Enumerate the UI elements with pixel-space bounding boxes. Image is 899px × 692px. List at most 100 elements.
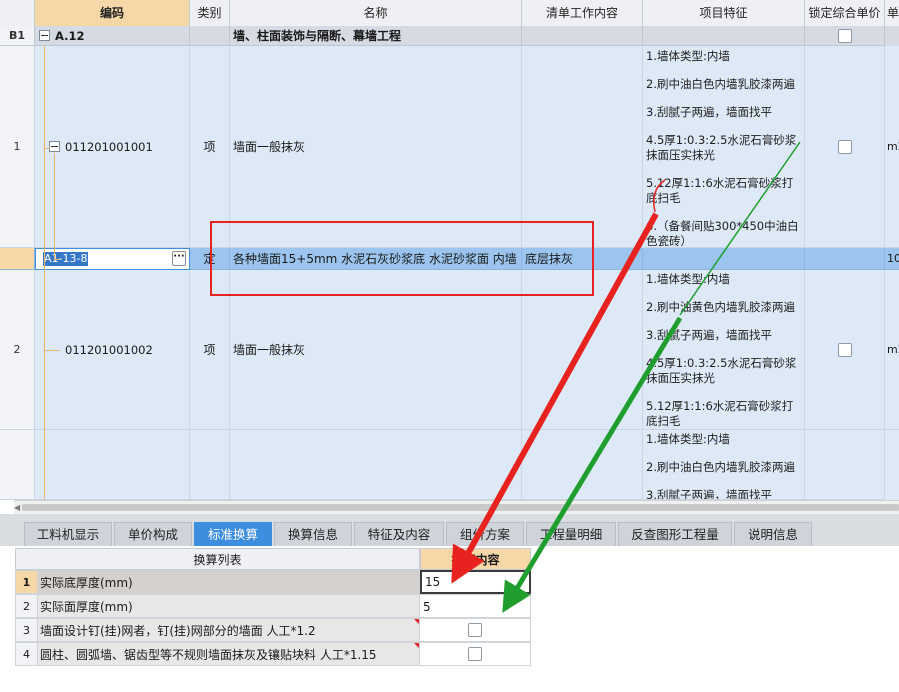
header-type[interactable]: 类别 xyxy=(190,0,230,26)
feature-line: 4.5厚1:0.3:2.5水泥石膏砂浆抹面压实抹光 xyxy=(646,356,797,385)
item-features[interactable]: 1.墙体类型:内墙 2.刷中油白色内墙乳胶漆两遍 3.刮腻子两遍，墙面找平 xyxy=(643,430,805,500)
row-number: 4 xyxy=(15,642,38,666)
scroll-left-icon[interactable]: ◀ xyxy=(14,503,20,512)
header-name[interactable]: 名称 xyxy=(230,0,522,26)
section-work-cell xyxy=(522,26,643,46)
item-work-content[interactable] xyxy=(522,46,643,248)
tab-description[interactable]: 说明信息 xyxy=(734,522,812,546)
tab-standard-conversion[interactable]: 标准换算 xyxy=(194,522,272,546)
item-type: 项 xyxy=(190,270,230,430)
tab-features-content[interactable]: 特征及内容 xyxy=(354,522,444,546)
grid-header: 编码 类别 名称 清单工作内容 项目特征 锁定综合单价 单 xyxy=(0,0,899,27)
conversion-check-cell xyxy=(420,642,531,666)
section-code: A.12 xyxy=(55,28,85,43)
item-name[interactable]: 墙面一般抹灰 xyxy=(230,46,522,248)
item-code-cell: 011201001001 xyxy=(35,46,190,248)
header-code[interactable]: 编码 xyxy=(35,0,190,26)
header-unit[interactable]: 单 xyxy=(885,0,899,26)
horizontal-scrollbar[interactable]: ◀ xyxy=(14,500,899,514)
header-lock-price[interactable]: 锁定综合单价 xyxy=(805,0,885,26)
row-number: 1 xyxy=(0,46,35,248)
item-type-cell xyxy=(190,430,230,500)
scrollbar-thumb[interactable] xyxy=(22,504,899,511)
feature-line: 2.刷中油白色内墙乳胶漆两遍 xyxy=(646,77,795,91)
quota-name[interactable]: 各种墙面15+5mm 水泥石灰砂浆底 水泥砂浆面 内墙 xyxy=(230,248,522,270)
row-number xyxy=(0,430,35,500)
bill-row-2[interactable]: 2 011201001002 项 墙面一般抹灰 1.墙体类型:内墙 2.刷中油黄… xyxy=(0,270,899,430)
quota-row-selected[interactable]: A1-13-8 ··· 定 各种墙面15+5mm 水泥石灰砂浆底 水泥砂浆面 内… xyxy=(0,248,899,270)
section-code-cell: A.12 xyxy=(35,26,190,46)
quota-lock-cell xyxy=(805,248,885,270)
item-lock-cell xyxy=(805,46,885,248)
feature-line: 3.刮腻子两遍，墙面找平 xyxy=(646,488,772,500)
tab-pricing-scheme[interactable]: 组价方案 xyxy=(446,522,524,546)
bill-row-1[interactable]: 1 011201001001 项 墙面一般抹灰 1.墙体类型:内墙 2.刷中油白… xyxy=(0,46,899,248)
tab-unit-price[interactable]: 单价构成 xyxy=(114,522,192,546)
quota-code-input[interactable]: A1-13-8 xyxy=(43,252,89,266)
row-number: 2 xyxy=(15,594,38,618)
feature-line: 2.刷中油黄色内墙乳胶漆两遍 xyxy=(646,300,795,314)
section-lock-cell xyxy=(805,26,885,46)
row-number: B1 xyxy=(0,26,35,46)
ellipsis-button[interactable]: ··· xyxy=(172,251,186,266)
conversion-row[interactable]: 3 墙面设计钉(挂)网者，钉(挂)网部分的墙面 人工*1.2 xyxy=(15,618,531,642)
feature-line: 4.5厚1:0.3:2.5水泥石膏砂浆抹面压实抹光 xyxy=(646,133,797,162)
header-rownum xyxy=(0,0,35,26)
item-lock-cell xyxy=(805,430,885,500)
header-feature[interactable]: 项目特征 xyxy=(643,0,805,26)
row-number: 3 xyxy=(15,618,38,642)
bill-row-3[interactable]: 1.墙体类型:内墙 2.刷中油白色内墙乳胶漆两遍 3.刮腻子两遍，墙面找平 xyxy=(0,430,899,500)
tab-conversion-info[interactable]: 换算信息 xyxy=(274,522,352,546)
irregular-wall-checkbox[interactable] xyxy=(468,647,482,661)
tab-labor-material[interactable]: 工料机显示 xyxy=(24,522,112,546)
item-features[interactable]: 1.墙体类型:内墙 2.刷中油白色内墙乳胶漆两遍 3.刮腻子两遍，墙面找平 4.… xyxy=(643,46,805,248)
lock-price-checkbox[interactable] xyxy=(837,28,852,43)
item-code: 011201001001 xyxy=(65,139,153,154)
conversion-name-text: 圆柱、圆弧墙、锯齿型等不规则墙面抹灰及镶贴块料 人工*1.15 xyxy=(40,648,377,662)
feature-line: 2.刷中油白色内墙乳胶漆两遍 xyxy=(646,460,795,474)
lock-price-checkbox[interactable] xyxy=(837,139,852,154)
conversion-row[interactable]: 2 实际面厚度(mm) 5 xyxy=(15,594,531,618)
header-conversion-content: 换算内容 xyxy=(420,548,531,570)
collapse-toggle-icon[interactable] xyxy=(49,141,60,152)
feature-line: 1.墙体类型:内墙 xyxy=(646,49,730,63)
feature-line: 5.12厚1:1:6水泥石膏砂浆打底扫毛 xyxy=(646,399,794,428)
detail-tabbar: 工料机显示 单价构成 标准换算 换算信息 特征及内容 组价方案 工程量明细 反查… xyxy=(0,514,899,546)
tree-guide-line xyxy=(44,46,45,500)
conversion-row[interactable]: 4 圆柱、圆弧墙、锯齿型等不规则墙面抹灰及镶贴块料 人工*1.15 xyxy=(15,642,531,666)
tab-quantity-detail[interactable]: 工程量明细 xyxy=(526,522,616,546)
feature-line: 1.墙体类型:内墙 xyxy=(646,272,730,286)
feature-line: 1.墙体类型:内墙 xyxy=(646,432,730,446)
row-number: 2 xyxy=(0,270,35,430)
item-features[interactable]: 1.墙体类型:内墙 2.刷中油黄色内墙乳胶漆两遍 3.刮腻子两遍，墙面找平 4.… xyxy=(643,270,805,430)
header-conversion-list: 换算列表 xyxy=(15,548,420,570)
collapse-toggle-icon[interactable] xyxy=(39,30,50,41)
item-work-content[interactable] xyxy=(522,270,643,430)
section-name: 墙、柱面装饰与隔断、幕墙工程 xyxy=(230,26,522,46)
row-number: 1 xyxy=(15,570,38,594)
item-name[interactable]: 墙面一般抹灰 xyxy=(230,270,522,430)
header-work-content[interactable]: 清单工作内容 xyxy=(522,0,643,26)
tab-reverse-lookup[interactable]: 反查图形工程量 xyxy=(618,522,732,546)
row-number xyxy=(0,248,35,270)
tree-guide-line xyxy=(54,153,55,259)
tree-guide-line xyxy=(44,350,60,351)
section-row-b1[interactable]: B1 A.12 墙、柱面装饰与隔断、幕墙工程 xyxy=(0,26,899,46)
bottom-thickness-input[interactable]: 15 xyxy=(420,570,531,594)
item-unit: m2 xyxy=(885,46,899,248)
lock-price-checkbox[interactable] xyxy=(837,342,852,357)
conversion-name: 实际面厚度(mm) xyxy=(38,594,420,618)
quota-feature-cell xyxy=(643,248,805,270)
conversion-name: 墙面设计钉(挂)网者，钉(挂)网部分的墙面 人工*1.2 xyxy=(38,618,420,642)
tree-guide-line xyxy=(54,259,60,260)
item-lock-cell xyxy=(805,270,885,430)
mesh-labor-checkbox[interactable] xyxy=(468,623,482,637)
feature-line: 3.刮腻子两遍，墙面找平 xyxy=(646,105,772,119)
item-unit: m2 xyxy=(885,270,899,430)
item-code-cell xyxy=(35,430,190,500)
section-feature-cell xyxy=(643,26,805,46)
surface-thickness-input[interactable]: 5 xyxy=(420,594,531,618)
quota-type: 定 xyxy=(190,248,230,270)
conversion-row[interactable]: 1 实际底厚度(mm) 15 xyxy=(15,570,531,594)
quota-work-content[interactable]: 底层抹灰 xyxy=(522,248,643,270)
